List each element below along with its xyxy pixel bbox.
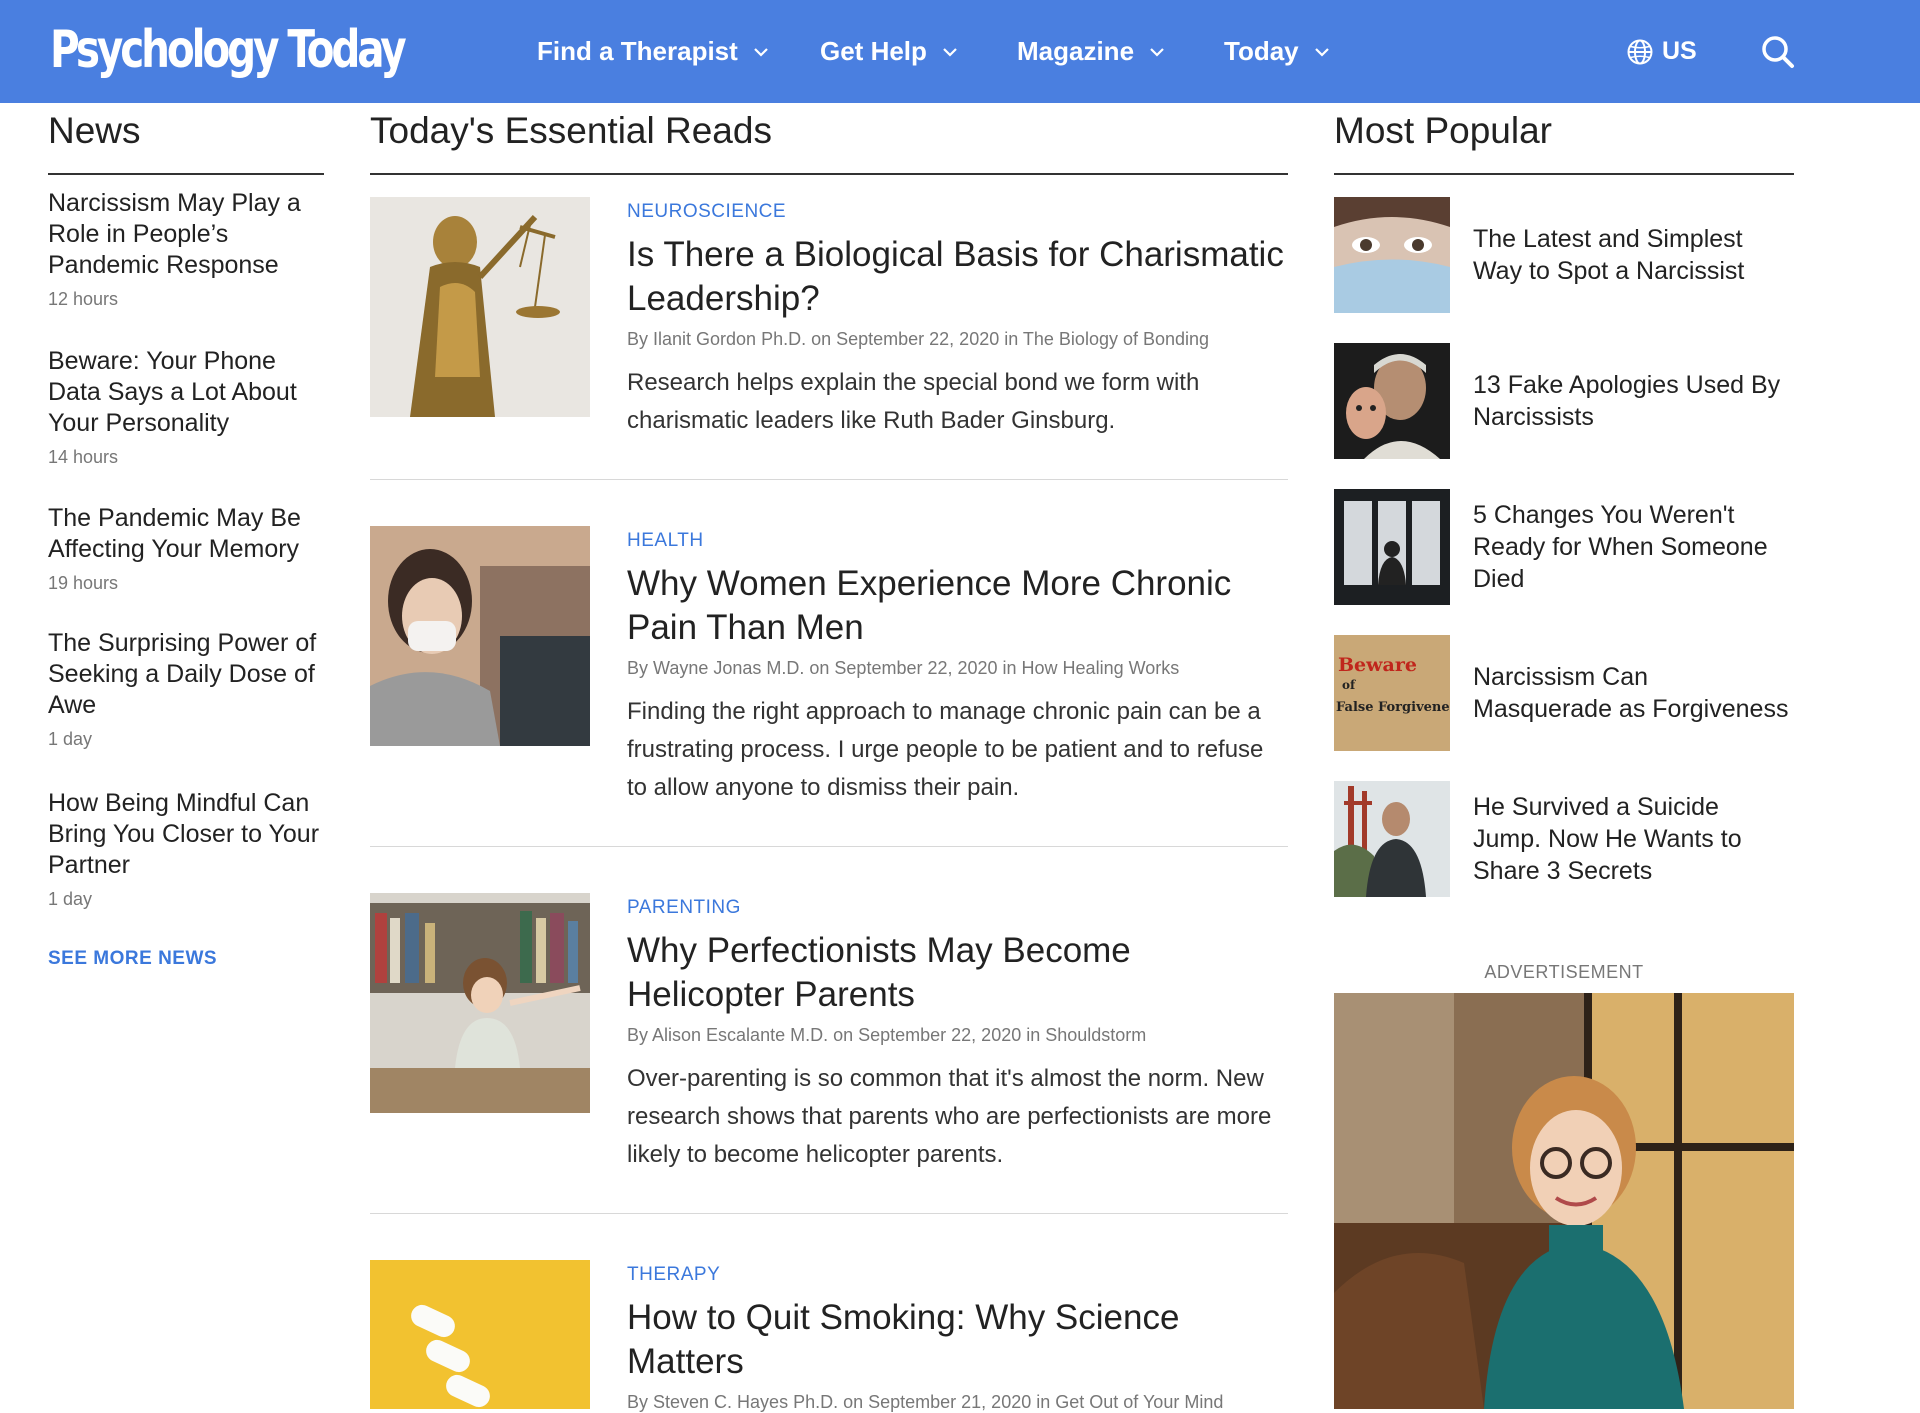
- site-logo[interactable]: Psychology Today: [50, 14, 407, 86]
- nav-today[interactable]: Today: [1224, 0, 1331, 103]
- article-byline: By Steven C. Hayes Ph.D. on September 21…: [627, 1392, 1224, 1412]
- most-popular-heading: Most Popular: [1334, 103, 1794, 175]
- nav-get-help[interactable]: Get Help: [820, 0, 959, 103]
- popular-item[interactable]: 13 Fake Apologies Used By Narcissists: [1334, 343, 1794, 459]
- article-thumbnail[interactable]: [370, 893, 590, 1113]
- news-time: 1 day: [48, 729, 93, 749]
- article-category[interactable]: PARENTING: [627, 897, 1287, 919]
- news-item[interactable]: Beware: Your Phone Data Says a Lot About…: [48, 346, 328, 503]
- see-more-news-link[interactable]: SEE MORE NEWS: [48, 948, 217, 970]
- chevron-down-icon: [1313, 43, 1331, 61]
- popular-thumbnail[interactable]: Beware of False Forgiveness: [1334, 635, 1450, 751]
- article-thumbnail[interactable]: [370, 526, 590, 746]
- globe-icon: [1626, 38, 1654, 66]
- advertisement-label: ADVERTISEMENT: [1484, 962, 1644, 982]
- article-summary: Over-parenting is so common that it's al…: [627, 1065, 1272, 1168]
- news-list: Narcissism May Play a Role in People’s P…: [48, 188, 328, 938]
- article-title[interactable]: Why Perfectionists May Become Helicopter…: [627, 929, 1287, 1017]
- chevron-down-icon: [941, 43, 959, 61]
- chevron-down-icon: [1148, 43, 1166, 61]
- article-thumbnail[interactable]: [370, 197, 590, 417]
- article-card: PARENTING Why Perfectionists May Become …: [370, 893, 1288, 1213]
- search-icon[interactable]: [1760, 34, 1796, 70]
- article-byline: By Ilanit Gordon Ph.D. on September 22, …: [627, 329, 1210, 349]
- nav-label: Magazine: [1017, 36, 1135, 66]
- news-title[interactable]: The Surprising Power of Seeking a Daily …: [48, 628, 328, 721]
- article-divider: [370, 846, 1288, 847]
- popular-item[interactable]: The Latest and Simplest Way to Spot a Na…: [1334, 197, 1794, 313]
- popular-thumbnail[interactable]: [1334, 197, 1450, 313]
- news-title[interactable]: Beware: Your Phone Data Says a Lot About…: [48, 346, 328, 439]
- article-body: PARENTING Why Perfectionists May Become …: [627, 893, 1287, 1174]
- article-body: NEUROSCIENCE Is There a Biological Basis…: [627, 197, 1287, 440]
- nav-find-therapist[interactable]: Find a Therapist: [537, 0, 770, 103]
- news-item[interactable]: Narcissism May Play a Role in People’s P…: [48, 188, 328, 346]
- popular-thumbnail[interactable]: [1334, 343, 1450, 459]
- top-navigation-bar: Psychology Today Find a Therapist Get He…: [0, 0, 1920, 103]
- popular-title[interactable]: The Latest and Simplest Way to Spot a Na…: [1473, 197, 1793, 313]
- nav-label: Get Help: [820, 36, 927, 66]
- article-card: THERAPY How to Quit Smoking: Why Science…: [370, 1260, 1288, 1412]
- news-time: 12 hours: [48, 289, 119, 309]
- nav-label: Find a Therapist: [537, 36, 738, 66]
- article-summary: Research helps explain the special bond …: [627, 369, 1200, 434]
- popular-item[interactable]: Beware of False Forgiveness Narcissism C…: [1334, 635, 1794, 751]
- news-heading: News: [48, 103, 324, 175]
- article-category[interactable]: THERAPY: [627, 1264, 1287, 1286]
- essential-reads-heading: Today's Essential Reads: [370, 103, 1288, 175]
- news-item[interactable]: How Being Mindful Can Bring You Closer t…: [48, 788, 328, 938]
- news-title[interactable]: Narcissism May Play a Role in People’s P…: [48, 188, 328, 281]
- news-title[interactable]: The Pandemic May Be Affecting Your Memor…: [48, 503, 328, 565]
- chevron-down-icon: [752, 43, 770, 61]
- article-title[interactable]: How to Quit Smoking: Why Science Matters: [627, 1296, 1287, 1384]
- article-title[interactable]: Why Women Experience More Chronic Pain T…: [627, 562, 1287, 650]
- popular-title[interactable]: 13 Fake Apologies Used By Narcissists: [1473, 343, 1793, 459]
- advertisement-image[interactable]: [1334, 993, 1794, 1409]
- popular-item[interactable]: 5 Changes You Weren't Ready for When Som…: [1334, 489, 1794, 605]
- thumb-text: False Forgiveness: [1336, 700, 1450, 715]
- article-divider: [370, 479, 1288, 480]
- thumb-text: Beware: [1338, 654, 1417, 676]
- news-title[interactable]: How Being Mindful Can Bring You Closer t…: [48, 788, 328, 881]
- article-category[interactable]: HEALTH: [627, 530, 1287, 552]
- article-category[interactable]: NEUROSCIENCE: [627, 201, 1287, 223]
- news-time: 1 day: [48, 889, 93, 909]
- news-item[interactable]: The Pandemic May Be Affecting Your Memor…: [48, 503, 328, 628]
- article-summary: Finding the right approach to manage chr…: [627, 698, 1264, 801]
- news-item[interactable]: The Surprising Power of Seeking a Daily …: [48, 628, 328, 788]
- article-byline: By Wayne Jonas M.D. on September 22, 202…: [627, 658, 1180, 678]
- popular-title[interactable]: 5 Changes You Weren't Ready for When Som…: [1473, 489, 1793, 605]
- article-byline: By Alison Escalante M.D. on September 22…: [627, 1025, 1147, 1045]
- popular-item[interactable]: He Survived a Suicide Jump. Now He Wants…: [1334, 781, 1794, 897]
- article-divider: [370, 1213, 1288, 1214]
- nav-magazine[interactable]: Magazine: [1017, 0, 1166, 103]
- article-card: HEALTH Why Women Experience More Chronic…: [370, 526, 1288, 846]
- news-time: 19 hours: [48, 573, 119, 593]
- popular-title[interactable]: Narcissism Can Masquerade as Forgiveness: [1473, 635, 1793, 751]
- article-body: HEALTH Why Women Experience More Chronic…: [627, 526, 1287, 807]
- region-selector[interactable]: US: [1626, 0, 1697, 103]
- popular-title[interactable]: He Survived a Suicide Jump. Now He Wants…: [1473, 781, 1793, 897]
- article-card: NEUROSCIENCE Is There a Biological Basis…: [370, 197, 1288, 477]
- region-label: US: [1662, 37, 1697, 65]
- popular-thumbnail[interactable]: [1334, 489, 1450, 605]
- popular-thumbnail[interactable]: [1334, 781, 1450, 897]
- thumb-text: of: [1342, 678, 1356, 692]
- nav-label: Today: [1224, 36, 1299, 66]
- article-thumbnail[interactable]: [370, 1260, 590, 1409]
- article-body: THERAPY How to Quit Smoking: Why Science…: [627, 1260, 1287, 1413]
- news-time: 14 hours: [48, 447, 119, 467]
- article-title[interactable]: Is There a Biological Basis for Charisma…: [627, 233, 1287, 321]
